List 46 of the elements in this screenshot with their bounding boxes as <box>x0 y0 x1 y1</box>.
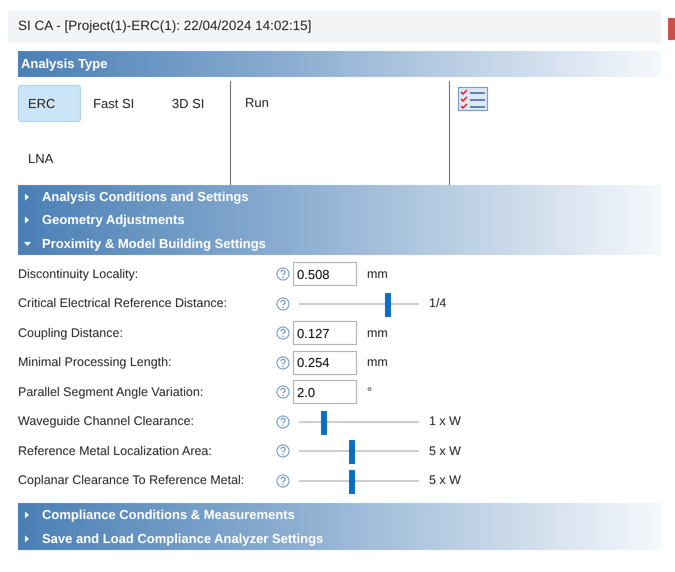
unit-label: mm <box>367 324 388 342</box>
run-button[interactable]: Run <box>245 92 269 112</box>
help-icon[interactable] <box>276 326 290 340</box>
close-marker <box>668 18 675 40</box>
setting-label: Coupling Distance: <box>18 324 124 342</box>
slider-thumb[interactable] <box>348 470 355 494</box>
setting-label: Reference Metal Localization Area: <box>18 442 213 460</box>
help-icon[interactable] <box>276 444 290 458</box>
input-field[interactable]: 2.0 <box>293 380 357 404</box>
slider-reading: 1/4 <box>429 295 446 312</box>
help-icon[interactable] <box>276 385 290 399</box>
analysis-type-button[interactable]: ERC <box>18 84 82 122</box>
window-title: SI CA - [Project(1)-ERC(1): 22/04/2024 14:02:15] <box>8 10 661 44</box>
help-icon[interactable] <box>276 474 290 488</box>
slider-thumb[interactable] <box>348 440 355 464</box>
slider-thumb[interactable] <box>321 410 328 434</box>
setting-label: Coplanar Clearance To Reference Metal: <box>18 472 246 490</box>
slider[interactable] <box>299 292 419 316</box>
analysis-type-button[interactable]: LNA <box>18 140 82 178</box>
section-header: Analysis Type <box>18 51 661 77</box>
slider-reading: 1 x W <box>429 413 461 430</box>
setting-label: Waveguide Channel Clearance: <box>18 413 196 430</box>
input-field[interactable]: 0.254 <box>293 350 357 374</box>
analysis-type-button[interactable]: Fast SI <box>83 84 160 122</box>
slider[interactable] <box>299 410 419 434</box>
analysis-type-button[interactable]: 3D SI <box>162 84 230 122</box>
input-field[interactable]: 0.508 <box>293 262 357 286</box>
slider-reading: 5 x W <box>429 472 461 490</box>
checklist-icon[interactable] <box>458 86 488 111</box>
help-icon[interactable] <box>276 414 290 428</box>
setting-label: Discontinuity Locality: <box>18 266 140 283</box>
slider[interactable] <box>299 468 419 492</box>
unit-label: mm <box>367 266 388 283</box>
help-icon[interactable] <box>276 296 290 310</box>
slider-thumb[interactable] <box>384 292 391 316</box>
setting-label: Parallel Segment Angle Variation: <box>18 384 204 401</box>
help-icon[interactable] <box>276 356 290 370</box>
slider-reading: 5 x W <box>429 442 461 460</box>
slider[interactable] <box>299 439 419 463</box>
input-field[interactable]: 0.127 <box>293 321 357 345</box>
help-icon[interactable] <box>276 267 290 281</box>
setting-label: Critical Electrical Reference Distance: <box>18 295 228 312</box>
unit-label: mm <box>367 354 388 372</box>
section-header[interactable]: Geometry Adjustments <box>18 208 661 232</box>
setting-label: Minimal Processing Length: <box>18 354 173 372</box>
unit-label: ° <box>367 384 372 401</box>
